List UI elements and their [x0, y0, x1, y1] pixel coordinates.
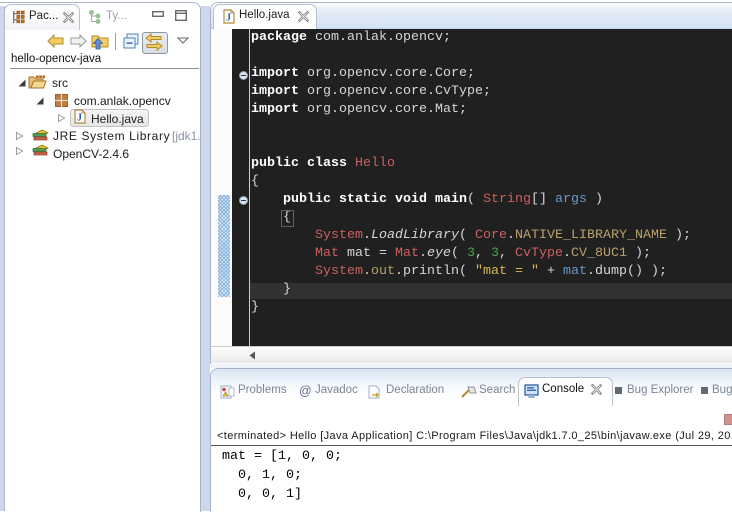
svg-text:J: J: [77, 113, 82, 124]
svg-text:J: J: [226, 13, 231, 24]
